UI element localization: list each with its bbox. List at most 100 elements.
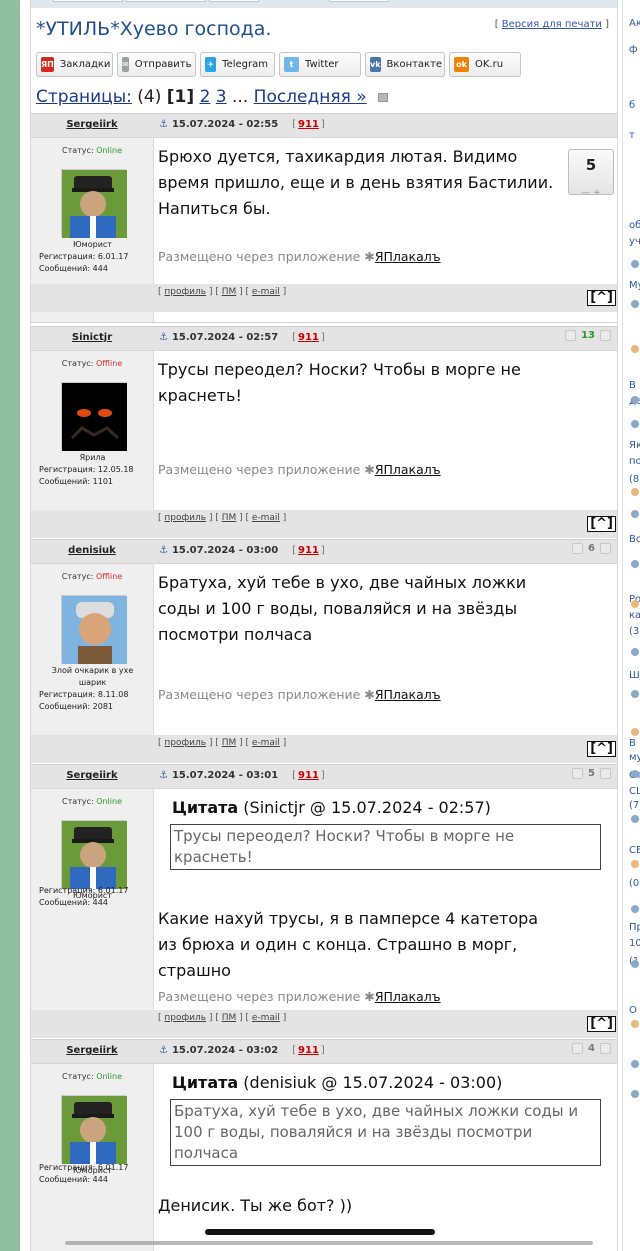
post-number[interactable]: 911: [298, 1045, 319, 1056]
post-header: Sergeiirk ⚓ 15.07.2024 - 03:02 [911] 4: [31, 1040, 617, 1064]
sidebar-snippet[interactable]: об: [629, 220, 640, 231]
profile-link[interactable]: профиль: [164, 287, 206, 297]
anchor-icon[interactable]: ⚓: [159, 332, 168, 343]
post-number[interactable]: 911: [298, 770, 319, 781]
avatar[interactable]: [61, 382, 127, 451]
post-author[interactable]: Sergeiirk: [31, 1045, 153, 1056]
share-button[interactable]: ok OK.ru: [449, 52, 521, 77]
rating-down-icon[interactable]: [565, 330, 577, 341]
back-to-top-button[interactable]: [^]: [587, 741, 616, 757]
top-nav-tab[interactable]: [53, 0, 123, 2]
post-number[interactable]: 911: [298, 332, 319, 343]
last-page-link[interactable]: Последняя »: [254, 87, 367, 107]
sidebar-snippet[interactable]: (3: [629, 626, 639, 637]
rating-down-icon[interactable]: [572, 1043, 584, 1054]
post-author[interactable]: Sergeiirk: [31, 770, 153, 781]
sidebar-snippet[interactable]: по: [629, 456, 640, 467]
avatar[interactable]: [61, 169, 127, 238]
registration-date: Регистрация: 8.11.08: [39, 690, 129, 699]
sidebar-snippet[interactable]: В: [629, 738, 636, 749]
rating-down-icon[interactable]: [572, 768, 584, 779]
sidebar-snippet[interactable]: му: [629, 752, 640, 763]
email-link[interactable]: e-mail: [252, 513, 280, 523]
page-link-2[interactable]: 2: [200, 87, 211, 107]
print-version-link[interactable]: Версия для печати: [502, 19, 602, 30]
post-number[interactable]: 911: [298, 545, 319, 556]
back-to-top-button[interactable]: [^]: [587, 1016, 616, 1032]
sidebar-snippet[interactable]: В: [629, 380, 636, 391]
sidebar-snippet[interactable]: О: [629, 1005, 637, 1016]
app-link[interactable]: ЯПлакалъ: [375, 462, 441, 477]
sidebar-snippet[interactable]: СЦ: [629, 786, 640, 797]
post-author[interactable]: Sergeiirk: [31, 119, 153, 130]
home-indicator[interactable]: [205, 1229, 435, 1235]
app-link[interactable]: ЯПлакалъ: [375, 989, 441, 1004]
post-author[interactable]: denisiuk: [31, 545, 153, 556]
email-link[interactable]: e-mail: [252, 1013, 280, 1023]
rating-up-icon[interactable]: [600, 330, 611, 341]
pages-label[interactable]: Страницы:: [36, 87, 132, 107]
horizontal-scrollbar[interactable]: [65, 1241, 593, 1245]
sidebar-snippet[interactable]: СЕ: [629, 845, 640, 856]
profile-link[interactable]: профиль: [164, 1013, 206, 1023]
top-nav-tab[interactable]: [329, 0, 389, 2]
rating-up-icon[interactable]: [600, 768, 611, 779]
email-link[interactable]: e-mail: [252, 287, 280, 297]
sidebar-snippet[interactable]: Пр: [629, 922, 640, 933]
post-footer: [ профиль ] [ ПМ ] [ e-mail ] [^]: [31, 510, 617, 538]
top-nav-tab[interactable]: [126, 0, 206, 2]
app-link[interactable]: ЯПлакалъ: [375, 249, 441, 264]
rating-up-icon[interactable]: [600, 1043, 611, 1054]
pm-link[interactable]: ПМ: [222, 738, 237, 748]
page-jump-icon[interactable]: [378, 92, 389, 102]
rating-up-icon[interactable]: [600, 543, 611, 554]
share-button-label: Telegram: [222, 59, 268, 70]
back-to-top-button[interactable]: [^]: [587, 290, 616, 306]
share-button-label: OK.ru: [475, 59, 504, 70]
sidebar-snippet[interactable]: Му: [629, 280, 640, 291]
share-button[interactable]: ЯП Закладки: [36, 52, 113, 77]
avatar[interactable]: [61, 595, 127, 664]
sidebar-user-icon: [631, 1060, 639, 1068]
post-text: Братуха, хуй тебе в ухо, две чайных ложк…: [158, 573, 527, 644]
profile-link[interactable]: профиль: [164, 738, 206, 748]
sidebar-snippet[interactable]: ка: [629, 610, 640, 621]
sidebar-snippet[interactable]: Ак: [629, 18, 640, 29]
sidebar-snippet[interactable]: Як: [629, 440, 640, 451]
share-button[interactable]: t Twitter: [279, 52, 361, 77]
page-link-3[interactable]: 3: [216, 87, 227, 107]
rating-vote-buttons[interactable]: — +: [581, 188, 600, 198]
sidebar-snippet[interactable]: (7: [629, 800, 639, 811]
sidebar-snippet[interactable]: Во: [629, 534, 640, 545]
pm-link[interactable]: ПМ: [222, 513, 237, 523]
sidebar-snippet[interactable]: уч: [629, 236, 640, 247]
avatar[interactable]: [61, 820, 127, 889]
pm-link[interactable]: ПМ: [222, 1013, 237, 1023]
anchor-icon[interactable]: ⚓: [159, 770, 168, 781]
sidebar-snippet[interactable]: (0: [629, 878, 639, 889]
posted-via-label: Размещено через приложение: [158, 249, 361, 264]
email-link[interactable]: e-mail: [252, 738, 280, 748]
quote-source: (Sinictjr @ 15.07.2024 - 02:57): [243, 798, 491, 817]
app-link[interactable]: ЯПлакалъ: [375, 687, 441, 702]
share-button[interactable]: vk Вконтакте: [365, 52, 445, 77]
avatar[interactable]: [61, 1095, 127, 1164]
anchor-icon[interactable]: ⚓: [159, 545, 168, 556]
anchor-icon[interactable]: ⚓: [159, 119, 168, 130]
sidebar-snippet[interactable]: б: [629, 100, 635, 111]
share-button[interactable]: ✈ Telegram: [200, 52, 275, 77]
sidebar-snippet[interactable]: Ш: [629, 670, 640, 681]
pm-link[interactable]: ПМ: [222, 287, 237, 297]
post-author[interactable]: Sinictjr: [31, 332, 153, 343]
sidebar-snippet[interactable]: 10: [629, 938, 640, 949]
profile-link[interactable]: профиль: [164, 513, 206, 523]
share-button[interactable]: ✉ Отправить: [117, 52, 196, 77]
sidebar-snippet[interactable]: ф: [629, 44, 638, 55]
back-to-top-button[interactable]: [^]: [587, 516, 616, 532]
anchor-icon[interactable]: ⚓: [159, 1045, 168, 1056]
rating-down-icon[interactable]: [572, 543, 584, 554]
top-nav-tab[interactable]: [209, 0, 259, 2]
sidebar-snippet[interactable]: т: [629, 130, 635, 141]
post-number[interactable]: 911: [298, 119, 319, 130]
sidebar-snippet[interactable]: (8: [629, 474, 639, 485]
